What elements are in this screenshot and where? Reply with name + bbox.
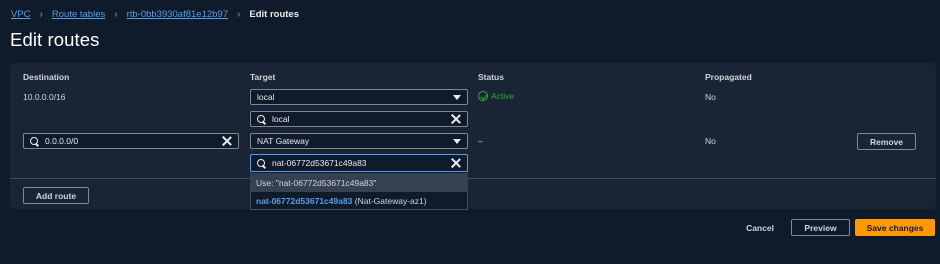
save-changes-button[interactable]: Save changes [855, 219, 935, 236]
column-header-status: Status [478, 72, 504, 82]
chevron-right-icon: › [114, 9, 118, 20]
status-check-icon [478, 91, 488, 101]
route-1-status-text: Active [491, 91, 515, 101]
route-2-status: – [478, 136, 483, 146]
route-2-target-value: NAT Gateway [257, 136, 310, 146]
route-1-destination: 10.0.0.0/16 [23, 92, 66, 102]
remove-route-button[interactable]: Remove [857, 133, 916, 150]
search-icon [30, 136, 39, 146]
dropdown-option-nat-gateway[interactable]: nat-06772d53671c49a83 (Nat-Gateway-az1) [250, 191, 468, 210]
option-suffix: (Nat-Gateway-az1) [352, 195, 427, 206]
route-2-destination-value: 0.0.0.0/0 [45, 136, 79, 146]
clear-icon[interactable] [222, 136, 232, 146]
route-2-target-select[interactable]: NAT Gateway [250, 133, 468, 149]
add-route-button[interactable]: Add route [23, 187, 89, 204]
breadcrumb-route-tables[interactable]: Route tables [52, 9, 105, 20]
route-1-status: Active [478, 91, 514, 101]
route-1-propagated: No [705, 92, 716, 102]
column-header-target: Target [250, 72, 276, 82]
column-header-propagated: Propagated [705, 72, 752, 82]
dropdown-option-use-value[interactable]: Use: "nat-06772d53671c49a83" [250, 173, 468, 192]
route-2-target-filter-input[interactable]: nat-06772d53671c49a83 [250, 154, 468, 172]
route-2-target-filter-value: nat-06772d53671c49a83 [272, 158, 367, 168]
clear-icon[interactable] [451, 114, 461, 124]
route-1-target-filter-value: local [272, 114, 290, 124]
breadcrumb-current: Edit routes [249, 9, 299, 20]
search-icon [257, 158, 266, 168]
chevron-right-icon: › [237, 9, 241, 20]
column-header-destination: Destination [23, 72, 70, 82]
route-1-target-filter-input[interactable]: local [250, 111, 468, 127]
breadcrumb-vpc[interactable]: VPC [11, 9, 31, 20]
caret-down-icon [453, 94, 461, 100]
breadcrumb-route-table-id[interactable]: rtb-0bb3930af81e12b97 [127, 9, 228, 20]
route-2-destination-input[interactable]: 0.0.0.0/0 [23, 133, 239, 149]
option-match-id: nat-06772d53671c49a83 [256, 195, 353, 206]
search-icon [257, 114, 266, 124]
preview-button[interactable]: Preview [791, 219, 850, 236]
caret-down-icon [453, 138, 461, 144]
route-1-target-select[interactable]: local [250, 89, 468, 105]
route-1-target-value: local [257, 92, 275, 102]
panel-divider [10, 178, 936, 179]
clear-icon[interactable] [451, 158, 461, 168]
breadcrumb: VPC › Route tables › rtb-0bb3930af81e12b… [11, 9, 299, 20]
page-title: Edit routes [10, 29, 100, 50]
route-2-propagated: No [705, 136, 716, 146]
chevron-right-icon: › [39, 9, 43, 20]
cancel-button[interactable]: Cancel [738, 219, 782, 236]
